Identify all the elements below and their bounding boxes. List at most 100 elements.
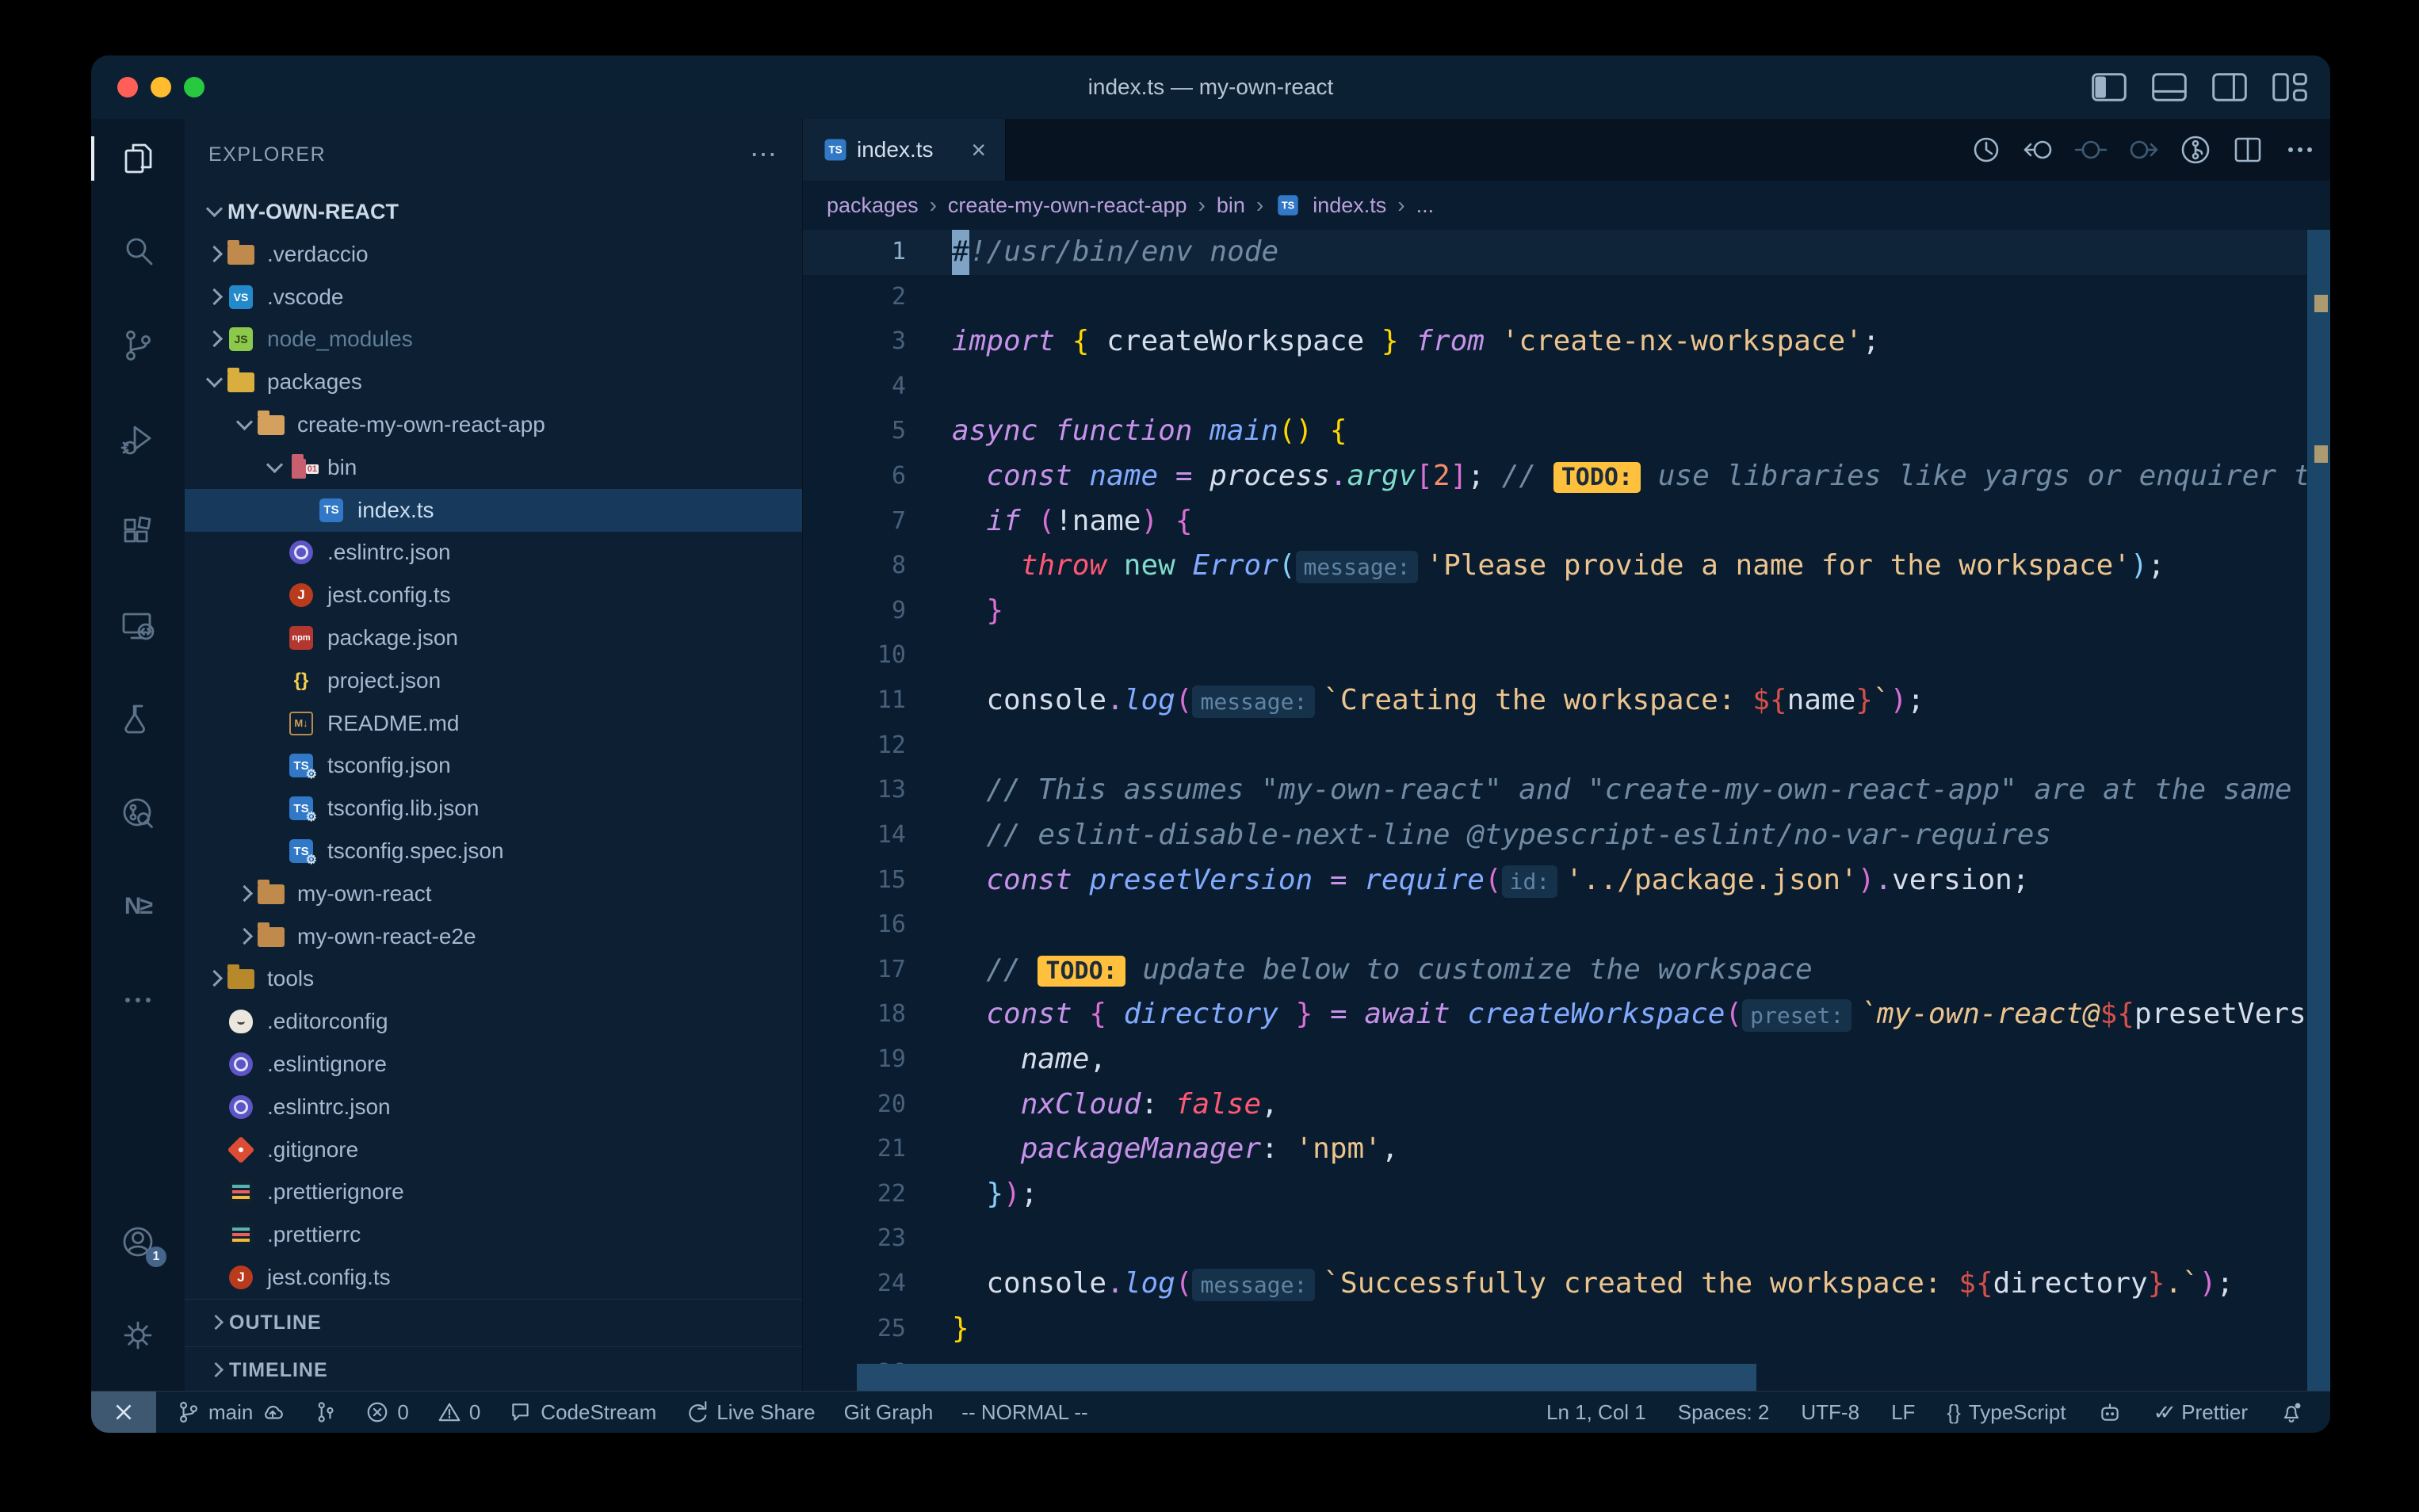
breadcrumb-item-create-my-own-react-app[interactable]: create-my-own-react-app	[948, 193, 1187, 218]
status-codestream[interactable]: CodeStream	[509, 1400, 656, 1425]
vertical-scrollbar[interactable]	[2306, 230, 2330, 1391]
code-line-12[interactable]: 12	[803, 724, 2330, 769]
code-line-2[interactable]: 2	[803, 275, 2330, 320]
tree-item-package.json[interactable]: npmpackage.json	[185, 617, 802, 659]
tree-item-.gitignore[interactable]: .gitignore	[185, 1128, 802, 1171]
section-timeline[interactable]: TIMELINE	[185, 1346, 802, 1391]
chevron-right-icon[interactable]	[201, 284, 227, 311]
activity-settings-icon[interactable]	[117, 1313, 159, 1357]
code-line-20[interactable]: 20 nxCloud: false,	[803, 1082, 2330, 1128]
code-line-11[interactable]: 11 console.log(message:`Creating the wor…	[803, 678, 2330, 724]
tree-item-.eslintrc.json[interactable]: .eslintrc.json	[185, 532, 802, 575]
chevron-down-icon[interactable]	[201, 368, 227, 395]
code-line-9[interactable]: 9 }	[803, 589, 2330, 634]
status-git-branch[interactable]: main	[177, 1400, 285, 1425]
code-line-6[interactable]: 6 const name = process.argv[2]; // TODO:…	[803, 454, 2330, 499]
code-line-3[interactable]: 3import { createWorkspace } from 'create…	[803, 319, 2330, 365]
layout-customize-icon[interactable]	[2272, 72, 2308, 102]
tab-index-ts[interactable]: TS index.ts ×	[803, 119, 1006, 181]
status-git-commits[interactable]	[313, 1400, 337, 1424]
layout-sidebar-left-icon[interactable]	[2091, 72, 2127, 102]
activity-run-debug-icon[interactable]	[117, 417, 159, 461]
code-line-25[interactable]: 25}	[803, 1307, 2330, 1352]
layout-panel-bottom-icon[interactable]	[2151, 72, 2188, 102]
status-vim-mode[interactable]: -- NORMAL --	[961, 1400, 1087, 1425]
tree-item-.verdaccio[interactable]: .verdaccio	[185, 233, 802, 276]
status-problems-warnings[interactable]: 0	[438, 1400, 480, 1425]
git-actions-icon[interactable]	[2178, 132, 2213, 167]
code-line-14[interactable]: 14 // eslint-disable-next-line @typescri…	[803, 813, 2330, 858]
minimize-window-button[interactable]	[151, 77, 171, 97]
activity-accounts-icon[interactable]: 1	[117, 1220, 159, 1264]
tree-item-.vscode[interactable]: VS.vscode	[185, 276, 802, 319]
tree-item-tsconfig.spec.json[interactable]: TS⚙tsconfig.spec.json	[185, 830, 802, 872]
layout-sidebar-right-icon[interactable]	[2211, 72, 2248, 102]
breadcrumb-item-packages[interactable]: packages	[827, 193, 919, 218]
tree-item-.editorconfig[interactable]: .editorconfig	[185, 1000, 802, 1043]
chevron-right-icon[interactable]	[201, 965, 227, 992]
code-line-17[interactable]: 17 // TODO: update below to customize th…	[803, 948, 2330, 993]
code-line-23[interactable]: 23	[803, 1216, 2330, 1262]
code-line-18[interactable]: 18 const { directory } = await createWor…	[803, 992, 2330, 1037]
breadcrumb-item-index-ts[interactable]: index.ts	[1313, 193, 1386, 218]
tree-item-tools[interactable]: tools	[185, 958, 802, 1001]
chevron-right-icon[interactable]	[231, 880, 258, 907]
chevron-right-icon[interactable]	[201, 326, 227, 353]
zoom-window-button[interactable]	[184, 77, 204, 97]
status-indentation[interactable]: Spaces: 2	[1678, 1400, 1770, 1425]
status-cursor-position[interactable]: Ln 1, Col 1	[1546, 1400, 1646, 1425]
activity-extensions-icon[interactable]	[117, 510, 159, 555]
status-eol[interactable]: LF	[1891, 1400, 1915, 1425]
chevron-right-icon[interactable]	[201, 241, 227, 268]
close-tab-icon[interactable]: ×	[971, 136, 986, 165]
tree-item-my-own-react-e2e[interactable]: my-own-react-e2e	[185, 915, 802, 958]
tree-root-my-own-react[interactable]: MY-OWN-REACT	[185, 190, 802, 233]
horizontal-scrollbar[interactable]	[857, 1364, 1756, 1391]
status-live-share[interactable]: Live Share	[685, 1400, 815, 1425]
tree-item-jest.config.ts[interactable]: Jjest.config.ts	[185, 574, 802, 617]
tree-item-index.ts[interactable]: TSindex.ts	[185, 489, 802, 532]
tree-item-jest.config.ts[interactable]: Jjest.config.ts	[185, 1256, 802, 1299]
tree-item-tsconfig.json[interactable]: TS⚙tsconfig.json	[185, 745, 802, 788]
status-prettier[interactable]: ✓✓Prettier	[2153, 1400, 2248, 1425]
tree-item-node_modules[interactable]: JSnode_modules	[185, 319, 802, 361]
tree-item-project.json[interactable]: {}project.json	[185, 659, 802, 702]
status-language-mode[interactable]: {}TypeScript	[1947, 1400, 2066, 1425]
activity-search-icon[interactable]	[117, 230, 159, 274]
code-line-24[interactable]: 24 console.log(message:`Successfully cre…	[803, 1262, 2330, 1307]
activity-more-views-icon[interactable]	[117, 978, 159, 1022]
remote-indicator[interactable]	[91, 1392, 156, 1433]
tree-item-packages[interactable]: packages	[185, 361, 802, 403]
timeline-icon[interactable]	[1969, 132, 2004, 167]
tree-item-.prettierignore[interactable]: .prettierignore	[185, 1171, 802, 1214]
tree-item-.eslintignore[interactable]: .eslintignore	[185, 1043, 802, 1086]
tree-item-.eslintrc.json[interactable]: .eslintrc.json	[185, 1086, 802, 1128]
code-line-15[interactable]: 15 const presetVersion = require(id:'../…	[803, 858, 2330, 903]
code-line-10[interactable]: 10	[803, 633, 2330, 678]
section-outline[interactable]: OUTLINE	[185, 1299, 802, 1346]
code-line-21[interactable]: 21 packageManager: 'npm',	[803, 1127, 2330, 1172]
tree-item-.prettierrc[interactable]: .prettierrc	[185, 1213, 802, 1256]
chevron-right-icon[interactable]	[231, 923, 258, 950]
tree-item-my-own-react[interactable]: my-own-react	[185, 872, 802, 915]
code-line-8[interactable]: 8 throw new Error(message:'Please provid…	[803, 544, 2330, 589]
code-editor[interactable]: 1#!/usr/bin/env node23import { createWor…	[803, 230, 2330, 1391]
status-notifications[interactable]	[2280, 1400, 2303, 1424]
activity-gitlens-icon[interactable]	[117, 791, 159, 835]
code-line-7[interactable]: 7 if (!name) {	[803, 499, 2330, 544]
code-line-1[interactable]: 1#!/usr/bin/env node	[803, 230, 2330, 275]
breadcrumb-item-bin[interactable]: bin	[1217, 193, 1245, 218]
close-window-button[interactable]	[117, 77, 138, 97]
code-line-22[interactable]: 22 });	[803, 1172, 2330, 1217]
chevron-down-icon[interactable]	[231, 411, 258, 438]
code-line-19[interactable]: 19 name,	[803, 1037, 2330, 1082]
status-problems-errors[interactable]: 0	[365, 1400, 408, 1425]
more-actions-icon[interactable]	[2283, 132, 2318, 167]
breadcrumb-item--[interactable]: ...	[1416, 193, 1435, 218]
status-encoding[interactable]: UTF-8	[1801, 1400, 1859, 1425]
chevron-down-icon[interactable]	[261, 454, 288, 481]
tree-item-README.md[interactable]: M↓README.md	[185, 702, 802, 745]
code-line-5[interactable]: 5async function main() {	[803, 409, 2330, 454]
explorer-more-actions-icon[interactable]: ⋯	[750, 139, 778, 170]
activity-source-control-icon[interactable]	[117, 323, 159, 368]
